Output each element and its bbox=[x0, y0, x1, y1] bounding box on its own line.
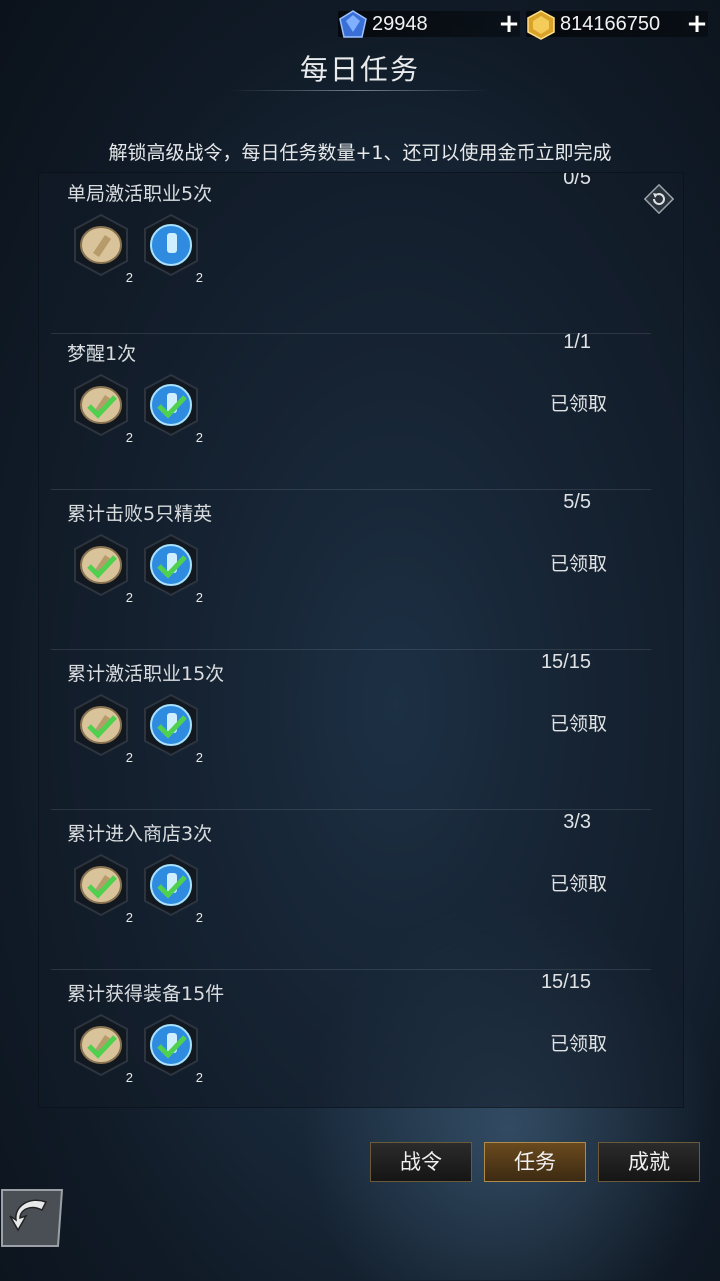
scroll-icon bbox=[74, 1013, 128, 1077]
task-progress: 15/15 bbox=[540, 971, 591, 993]
task-progress: 5/5 bbox=[563, 491, 591, 513]
reward-count: 2 bbox=[125, 910, 133, 925]
reward-count: 2 bbox=[125, 430, 133, 445]
task-progress: 3/3 bbox=[563, 811, 591, 833]
potion-icon bbox=[144, 533, 198, 597]
tab-battle-pass[interactable]: 战令 bbox=[370, 1142, 472, 1182]
reward-item[interactable]: 2 bbox=[141, 853, 205, 925]
diamond-currency: 29948 + bbox=[338, 8, 520, 40]
refresh-icon[interactable] bbox=[644, 184, 674, 214]
task-row: 单局激活职业5次 0/5 2 2 bbox=[51, 173, 651, 334]
task-name: 单局激活职业5次 bbox=[67, 183, 213, 205]
task-name: 累计击败5只精英 bbox=[67, 503, 213, 525]
claimed-status: 已领取 bbox=[549, 553, 607, 575]
reward-item[interactable]: 2 bbox=[141, 373, 205, 445]
reward-count: 2 bbox=[125, 270, 133, 285]
reward-item[interactable]: 2 bbox=[141, 533, 205, 605]
reward-count: 2 bbox=[195, 430, 203, 445]
add-diamond-button[interactable]: + bbox=[498, 11, 520, 37]
reward-count: 2 bbox=[125, 590, 133, 605]
title-divider bbox=[230, 90, 490, 91]
reward-item[interactable]: 2 bbox=[141, 213, 205, 285]
task-progress: 15/15 bbox=[540, 651, 591, 673]
task-row: 累计激活职业15次 15/15 已领取 2 2 bbox=[51, 649, 651, 810]
tab-tasks[interactable]: 任务 bbox=[484, 1142, 586, 1182]
claimed-status: 已领取 bbox=[549, 1033, 607, 1055]
scroll-icon bbox=[74, 213, 128, 277]
gold-icon bbox=[527, 10, 555, 40]
reward-item[interactable]: 2 bbox=[71, 533, 135, 605]
task-name: 累计获得装备15件 bbox=[67, 983, 225, 1005]
bottom-tabs: 战令 任务 成就 bbox=[370, 1142, 700, 1182]
claimed-status: 已领取 bbox=[549, 873, 607, 895]
potion-icon bbox=[144, 853, 198, 917]
scroll-icon bbox=[74, 853, 128, 917]
reward-item[interactable]: 2 bbox=[71, 693, 135, 765]
task-name: 累计激活职业15次 bbox=[67, 663, 225, 685]
page-title: 每日任务 bbox=[299, 53, 420, 86]
task-name: 梦醒1次 bbox=[67, 343, 137, 365]
reward-count: 2 bbox=[195, 590, 203, 605]
claimed-status: 已领取 bbox=[549, 713, 607, 735]
potion-icon bbox=[144, 373, 198, 437]
scroll-icon bbox=[74, 693, 128, 757]
claimed-status: 已领取 bbox=[549, 393, 607, 415]
reward-item[interactable]: 2 bbox=[141, 1013, 205, 1085]
potion-icon bbox=[144, 1013, 198, 1077]
task-row: 累计获得装备15件 15/15 已领取 2 2 bbox=[51, 969, 651, 1107]
diamond-amount: 29948 bbox=[372, 12, 428, 35]
task-progress: 0/5 bbox=[563, 172, 591, 189]
reward-count: 2 bbox=[195, 1070, 203, 1085]
task-row: 累计进入商店3次 3/3 已领取 2 2 bbox=[51, 809, 651, 970]
reward-count: 2 bbox=[195, 910, 203, 925]
gold-amount: 814166750 bbox=[560, 12, 661, 35]
diamond-icon bbox=[339, 10, 367, 38]
reward-count: 2 bbox=[195, 270, 203, 285]
tab-achievements[interactable]: 成就 bbox=[598, 1142, 700, 1182]
gold-currency: 814166750 + bbox=[526, 8, 708, 40]
task-progress: 1/1 bbox=[563, 331, 591, 353]
reward-item[interactable]: 2 bbox=[71, 373, 135, 445]
reward-item[interactable]: 2 bbox=[71, 1013, 135, 1085]
scroll-icon bbox=[74, 373, 128, 437]
reward-count: 2 bbox=[125, 1070, 133, 1085]
back-arrow-icon[interactable] bbox=[0, 1186, 64, 1250]
reward-count: 2 bbox=[195, 750, 203, 765]
task-list[interactable]: 单局激活职业5次 0/5 2 2 梦醒1次 1/1 已领取 2 2 累计击败5只精英 5/5 已领取 2… bbox=[38, 172, 684, 1108]
unlock-notice: 解锁高级战令，每日任务数量+1、还可以使用金币立即完成 bbox=[108, 142, 612, 164]
task-row: 梦醒1次 1/1 已领取 2 2 bbox=[51, 329, 651, 490]
add-gold-button[interactable]: + bbox=[686, 11, 708, 37]
potion-icon bbox=[144, 693, 198, 757]
task-name: 累计进入商店3次 bbox=[67, 823, 213, 845]
reward-item[interactable]: 2 bbox=[71, 853, 135, 925]
reward-count: 2 bbox=[125, 750, 133, 765]
reward-item[interactable]: 2 bbox=[71, 213, 135, 285]
potion-icon bbox=[144, 213, 198, 277]
scroll-icon bbox=[74, 533, 128, 597]
reward-item[interactable]: 2 bbox=[141, 693, 205, 765]
task-row: 累计击败5只精英 5/5 已领取 2 2 bbox=[51, 489, 651, 650]
